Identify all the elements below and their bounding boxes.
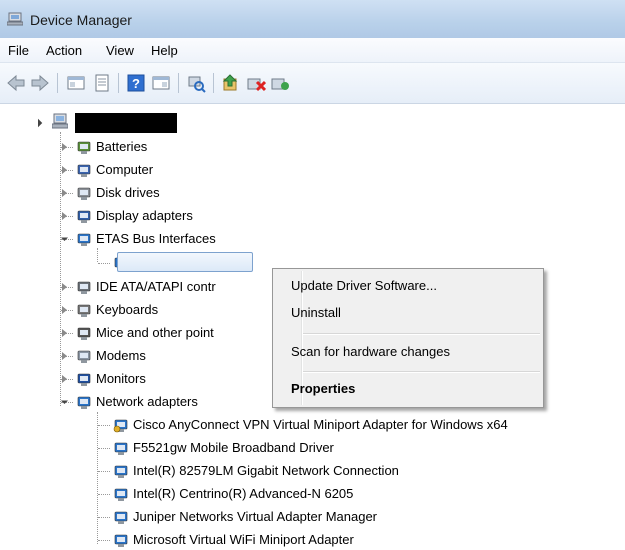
network-device-icon <box>77 233 91 246</box>
title-bar: Device Manager <box>0 0 625 38</box>
menu-separator <box>303 371 540 373</box>
network-device-icon <box>114 511 128 524</box>
monitor-icon <box>77 373 91 386</box>
menu-item-uninstall[interactable]: Uninstall <box>291 305 341 320</box>
expand-arrow-icon[interactable] <box>62 143 67 151</box>
enable-device-icon[interactable] <box>270 73 290 93</box>
menu-view[interactable]: View <box>105 43 135 58</box>
tree-item-label: Intel(R) Centrino(R) Advanced-N 6205 <box>133 486 354 501</box>
tree-item-label: Juniper Networks Virtual Adapter Manager <box>133 509 377 524</box>
network-device-icon <box>114 534 128 547</box>
tree-item-label: Mice and other point <box>96 325 214 340</box>
menu-bar: File Action View Help <box>0 38 625 63</box>
selected-row-highlight <box>117 252 253 272</box>
tree-item-label: Modems <box>96 348 146 363</box>
tree-item-label: Microsoft Virtual WiFi Miniport Adapter <box>133 532 354 547</box>
menu-item-scan-hardware[interactable]: Scan for hardware changes <box>291 344 450 359</box>
disk-drive-icon <box>77 187 91 200</box>
tree-item-label: Computer <box>96 162 154 177</box>
svg-text:?: ? <box>132 76 140 91</box>
tree-item-label: Disk drives <box>96 185 160 200</box>
menu-action[interactable]: Action <box>45 43 83 58</box>
tree-category-row[interactable]: Batteries <box>0 137 625 157</box>
tree-device-row[interactable]: F5521gw Mobile Broadband Driver <box>0 438 625 458</box>
toolbar-separator <box>118 73 119 93</box>
tree-item-label: Display adapters <box>96 208 193 223</box>
scan-hardware-icon[interactable] <box>186 73 206 93</box>
battery-icon <box>77 141 91 154</box>
expand-arrow-icon[interactable] <box>62 189 67 197</box>
update-driver-icon[interactable] <box>221 73 241 93</box>
menu-separator <box>303 333 540 335</box>
tree-device-row[interactable]: Intel(R) Centrino(R) Advanced-N 6205 <box>0 484 625 504</box>
network-device-icon <box>114 465 128 478</box>
collapse-arrow-icon[interactable] <box>32 117 43 128</box>
tree-item-label: IDE ATA/ATAPI contr <box>96 279 216 294</box>
modem-icon <box>77 350 91 363</box>
tree-item-label: Cisco AnyConnect VPN Virtual Miniport Ad… <box>133 417 508 432</box>
tree-item-label: Monitors <box>96 371 146 386</box>
tree-item-label: Keyboards <box>96 302 159 317</box>
window-title: Device Manager <box>30 12 132 28</box>
menu-item-properties[interactable]: Properties <box>291 381 355 396</box>
tree-device-row[interactable]: Juniper Networks Virtual Adapter Manager <box>0 507 625 527</box>
expand-arrow-icon[interactable] <box>62 166 67 174</box>
show-hide-action-pane-icon[interactable] <box>151 73 171 93</box>
toolbar-separator <box>213 73 214 93</box>
back-icon[interactable] <box>6 73 26 93</box>
tree-item-label: Intel(R) 82579LM Gigabit Network Connect… <box>133 463 399 478</box>
expand-arrow-icon[interactable] <box>62 212 67 220</box>
context-menu: Update Driver Software... Uninstall Scan… <box>272 268 544 408</box>
tree-device-row[interactable]: Intel(R) 82579LM Gigabit Network Connect… <box>0 461 625 481</box>
keyboard-icon <box>77 304 91 317</box>
device-manager-icon <box>7 12 23 26</box>
network-device-icon <box>114 488 128 501</box>
tree-category-row[interactable]: Display adapters <box>0 206 625 226</box>
network-device-icon <box>114 442 128 455</box>
network-device-icon <box>77 396 91 409</box>
menu-help[interactable]: Help <box>150 43 179 58</box>
expand-arrow-icon[interactable] <box>62 375 67 383</box>
expand-arrow-icon[interactable] <box>62 283 67 291</box>
ide-controller-icon <box>77 281 91 294</box>
tree-category-row[interactable]: ETAS Bus Interfaces <box>0 229 625 249</box>
expand-arrow-icon[interactable] <box>62 306 67 314</box>
menu-file[interactable]: File <box>7 43 30 58</box>
tree-item-label: Batteries <box>96 139 148 154</box>
toolbar: ? <box>0 63 625 104</box>
menu-item-update-driver[interactable]: Update Driver Software... <box>291 278 437 293</box>
tree-item-label: F5521gw Mobile Broadband Driver <box>133 440 334 455</box>
redacted-computer-name <box>75 113 177 133</box>
expand-arrow-icon[interactable] <box>62 329 67 337</box>
toolbar-separator <box>178 73 179 93</box>
expand-arrow-icon[interactable] <box>62 352 67 360</box>
mouse-icon <box>77 327 91 340</box>
tree-category-row[interactable]: Disk drives <box>0 183 625 203</box>
show-hide-console-tree-icon[interactable] <box>66 73 86 93</box>
tree-device-row[interactable]: Microsoft Virtual WiFi Miniport Adapter <box>0 530 625 550</box>
tree-item-label: ETAS Bus Interfaces <box>96 231 216 246</box>
uninstall-device-icon[interactable] <box>246 73 266 93</box>
properties-icon[interactable] <box>92 73 112 93</box>
tree-item-label: Network adapters <box>96 394 198 409</box>
computer-icon <box>77 164 91 177</box>
toolbar-separator <box>57 73 58 93</box>
display-adapter-icon <box>77 210 91 223</box>
network-adapter-warning-icon <box>113 419 128 433</box>
forward-icon[interactable] <box>30 73 50 93</box>
tree-device-row[interactable]: Cisco AnyConnect VPN Virtual Miniport Ad… <box>0 415 625 435</box>
computer-root-icon <box>52 113 68 129</box>
tree-category-row[interactable]: Computer <box>0 160 625 180</box>
help-icon[interactable]: ? <box>126 73 146 93</box>
